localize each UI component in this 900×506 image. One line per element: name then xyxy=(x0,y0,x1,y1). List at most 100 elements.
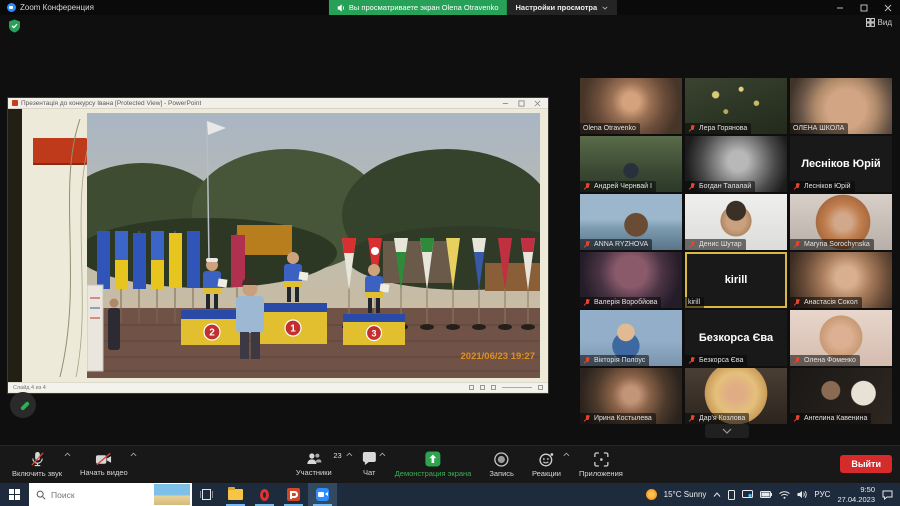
weather-sun-icon[interactable] xyxy=(646,489,657,500)
powerpoint-title: Презентація до конкурсу Івана [Protected… xyxy=(21,100,201,107)
zoom-meeting-window: Zoom Конференция Вы просматриваете экран… xyxy=(0,0,900,506)
chevron-down-icon xyxy=(602,6,608,10)
participant-name-label: Maryna Sorochynska xyxy=(790,239,874,250)
clock[interactable]: 9:50 27.04.2023 xyxy=(837,485,875,504)
leave-button[interactable]: Выйти xyxy=(840,455,892,473)
battery-icon[interactable] xyxy=(760,491,772,498)
minimize-button[interactable] xyxy=(828,0,852,15)
apps-button[interactable]: Приложения xyxy=(571,446,633,484)
participant-tile[interactable]: ОЛЕНА ШКОЛА xyxy=(790,78,892,134)
file-explorer-button[interactable] xyxy=(221,483,250,506)
chevron-up-icon[interactable] xyxy=(346,452,353,457)
view-settings-button[interactable]: Настройки просмотра xyxy=(506,0,617,15)
participant-tile[interactable]: Maryna Sorochynska xyxy=(790,194,892,250)
participant-tile[interactable]: Лера Горянова xyxy=(685,78,787,134)
powerpoint-statusbar: Слайд 4 из 4 xyxy=(8,382,548,392)
pencil-icon xyxy=(17,399,30,412)
powerpoint-icon xyxy=(287,488,300,501)
search-highlight-thumbnail[interactable] xyxy=(154,484,190,505)
participant-tile[interactable]: Ирина Костылева xyxy=(580,368,682,424)
participant-name-label: Ангелина Кавенина xyxy=(790,413,871,424)
window-title: Zoom Конференция xyxy=(20,3,94,12)
meeting-toolbar: Включить звук Начать видео Участники xyxy=(0,445,900,483)
start-video-button[interactable]: Начать видео xyxy=(72,446,138,484)
participant-tile[interactable]: Дар'я Козлова xyxy=(685,368,787,424)
mic-muted-icon xyxy=(688,357,696,365)
unmute-button[interactable]: Включить звук xyxy=(4,446,72,484)
participant-tile[interactable]: Безкорса Єва Безкорса Єва xyxy=(685,310,787,366)
task-view-button[interactable] xyxy=(192,483,221,506)
tray-expand-icon[interactable] xyxy=(713,492,721,497)
participant-tile[interactable]: ANNA RYZHOVA xyxy=(580,194,682,250)
participant-tile[interactable]: Ангелина Кавенина xyxy=(790,368,892,424)
chevron-up-icon[interactable] xyxy=(379,452,386,457)
participant-tile[interactable]: Валерія Воробйова xyxy=(580,252,682,308)
participants-button[interactable]: Участники 23 xyxy=(288,446,354,484)
powerpoint-file-icon xyxy=(12,100,18,106)
participant-name-label: Лесніков Юрій xyxy=(790,181,855,192)
participant-tile[interactable]: Олена Фоменко xyxy=(790,310,892,366)
mic-muted-icon xyxy=(583,415,591,423)
participant-name-label: Ирина Костылева xyxy=(580,413,656,424)
ppt-restore-icon[interactable] xyxy=(518,100,525,107)
meeting-info-shield-icon[interactable] xyxy=(8,19,21,38)
share-screen-button[interactable]: Демонстрация экрана xyxy=(387,446,482,484)
participant-name-label: Денис Шутар xyxy=(685,239,746,250)
participant-tile-active-speaker[interactable]: kirill kirill xyxy=(685,252,787,308)
powerpoint-titlebar: Презентація до конкурсу Івана [Protected… xyxy=(8,98,548,109)
search-input[interactable] xyxy=(51,490,139,500)
phone-icon[interactable] xyxy=(728,490,735,500)
participant-name-label: ANNA RYZHOVA xyxy=(580,239,652,250)
ppt-view-controls[interactable] xyxy=(469,385,543,390)
mic-muted-icon xyxy=(793,357,801,365)
speaker-icon[interactable] xyxy=(797,490,807,499)
start-button[interactable] xyxy=(0,483,29,506)
camera-off-icon xyxy=(95,452,112,466)
more-participants-button[interactable] xyxy=(705,424,749,438)
app-title-area: Zoom Конференция xyxy=(0,3,94,12)
windows-logo-icon xyxy=(9,489,20,500)
mic-muted-icon xyxy=(583,183,591,191)
participant-tile[interactable]: Денис Шутар xyxy=(685,194,787,250)
participant-tile[interactable]: Анастасія Сокол xyxy=(790,252,892,308)
participant-tile[interactable]: Olena Otravenko xyxy=(580,78,682,134)
participants-count: 23 xyxy=(333,451,341,460)
ppt-close-icon[interactable] xyxy=(534,100,541,107)
time-text: 9:50 xyxy=(837,485,875,494)
mic-muted-icon xyxy=(30,451,45,467)
participant-tile[interactable]: Вікторія Полоус xyxy=(580,310,682,366)
participant-name-label: Безкорса Єва xyxy=(685,355,747,366)
participant-tile[interactable]: Андрей Чернвай І xyxy=(580,136,682,192)
chevron-down-icon xyxy=(722,428,732,434)
ppt-minimize-icon[interactable] xyxy=(502,100,509,107)
maximize-button[interactable] xyxy=(852,0,876,15)
chevron-up-icon[interactable] xyxy=(64,452,71,457)
participant-tile[interactable]: Богдан Талалай xyxy=(685,136,787,192)
wifi-icon[interactable] xyxy=(779,491,790,499)
chevron-up-icon[interactable] xyxy=(563,452,570,457)
powerpoint-button[interactable] xyxy=(279,483,308,506)
opera-icon xyxy=(260,489,269,501)
chat-icon xyxy=(362,452,377,466)
view-button[interactable]: Вид xyxy=(866,18,892,27)
participant-name-label: Лера Горянова xyxy=(685,123,751,134)
participant-tile[interactable]: Лесніков Юрій Лесніков Юрій xyxy=(790,136,892,192)
action-center-icon[interactable] xyxy=(882,490,893,500)
weather-text[interactable]: 15°C Sunny xyxy=(664,490,707,499)
close-button[interactable] xyxy=(876,0,900,15)
language-indicator[interactable]: РУС xyxy=(814,490,830,499)
opera-button[interactable] xyxy=(250,483,279,506)
viewing-screen-banner: Вы просматриваете экран Olena Otravenko xyxy=(329,0,507,15)
participant-name-label: ОЛЕНА ШКОЛА xyxy=(790,123,848,134)
annotate-button[interactable] xyxy=(10,392,36,418)
mic-muted-icon xyxy=(583,241,591,249)
chevron-up-icon[interactable] xyxy=(130,452,137,457)
reactions-button[interactable]: Реакции xyxy=(524,446,571,484)
mic-muted-icon xyxy=(793,299,801,307)
system-tray: 15°C Sunny РУС 9:50 27.04.2023 xyxy=(646,483,900,506)
cast-icon[interactable] xyxy=(742,490,753,499)
chat-button[interactable]: Чат xyxy=(354,446,387,484)
taskbar-search[interactable] xyxy=(29,483,192,506)
record-button[interactable]: Запись xyxy=(481,446,524,484)
zoom-app-button[interactable] xyxy=(308,483,337,506)
